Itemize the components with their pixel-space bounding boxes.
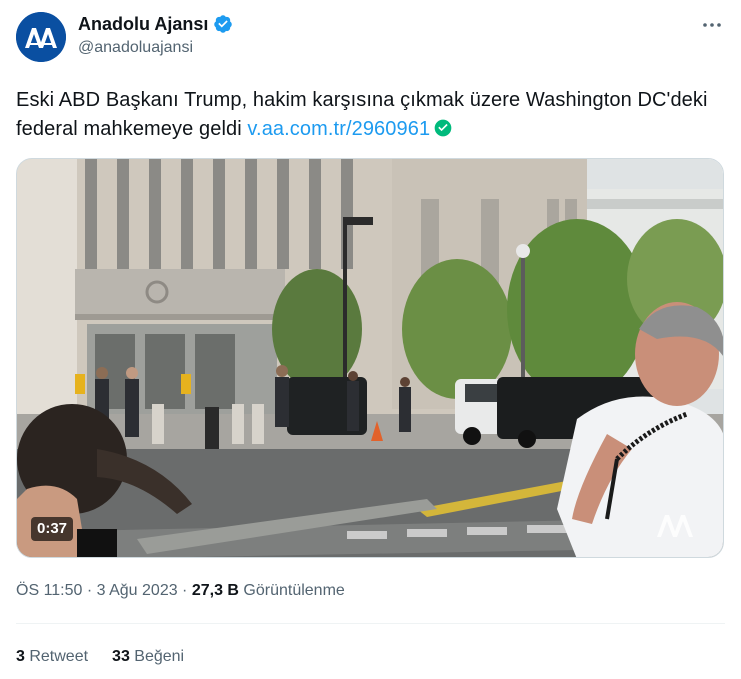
video-duration-badge: 0:37 xyxy=(31,517,74,541)
retweets-stat[interactable]: 3 Retweet xyxy=(16,646,88,668)
tweet-link[interactable]: v.aa.com.tr/2960961 xyxy=(247,118,430,140)
more-dots-icon xyxy=(703,23,721,27)
verified-badge-icon[interactable] xyxy=(213,14,233,34)
handle[interactable]: @anadoluajansi xyxy=(78,37,233,59)
aa-logo-icon xyxy=(16,12,66,62)
tweet-time[interactable]: ÖS 11:50 xyxy=(16,582,82,599)
tweet-stats: 3 Retweet 33 Beğeni xyxy=(16,646,184,668)
views-count[interactable]: 27,3 B xyxy=(192,582,239,599)
tweet-metadata: ÖS 11:50 · 3 Ağu 2023 · 27,3 B Görüntüle… xyxy=(16,580,345,602)
retweets-count: 3 xyxy=(16,648,25,665)
tweet-header: Anadolu Ajansı @anadoluajansi xyxy=(16,12,725,62)
avatar[interactable] xyxy=(16,12,66,62)
meta-separator: · xyxy=(82,582,97,599)
likes-label: Beğeni xyxy=(129,648,185,665)
check-circle-icon xyxy=(434,119,452,137)
video-player[interactable]: 0:37 xyxy=(16,158,724,558)
more-options-button[interactable] xyxy=(701,14,723,36)
meta-separator: · xyxy=(177,582,192,599)
retweets-label: Retweet xyxy=(24,648,89,665)
tweet-date[interactable]: 3 Ağu 2023 xyxy=(97,582,178,599)
display-name[interactable]: Anadolu Ajansı xyxy=(78,13,208,35)
views-label: Görüntülenme xyxy=(238,582,345,599)
video-thumbnail xyxy=(17,159,723,557)
likes-stat[interactable]: 33 Beğeni xyxy=(112,646,184,668)
divider xyxy=(16,623,725,624)
likes-count: 33 xyxy=(112,648,130,665)
tweet-text: Eski ABD Başkanı Trump, hakim karşısına … xyxy=(16,86,716,144)
